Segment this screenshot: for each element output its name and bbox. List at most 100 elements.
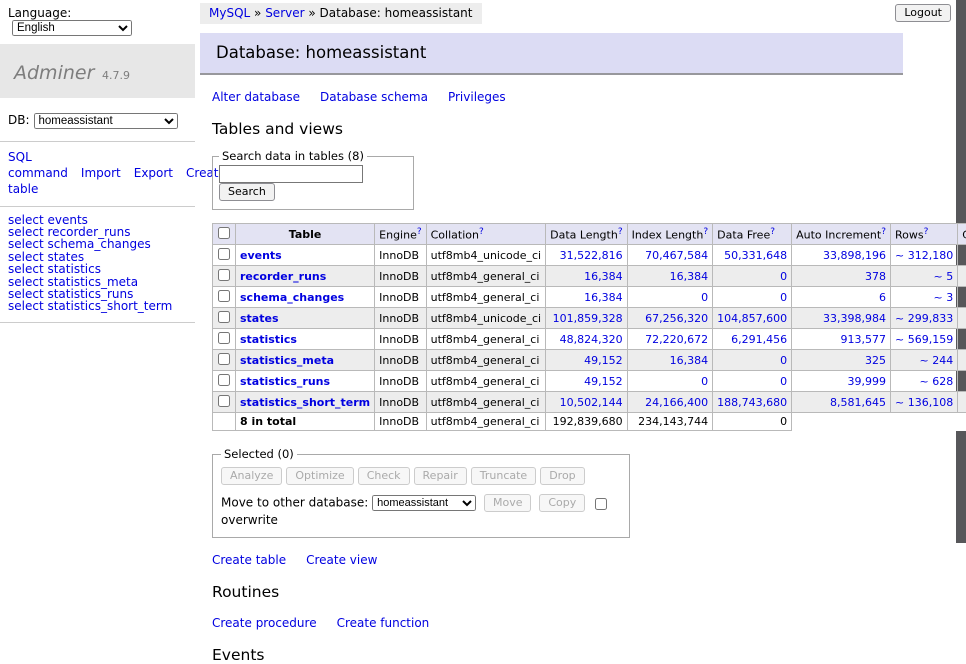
- data-length-cell: 10,502,144: [546, 392, 627, 413]
- table-name-link[interactable]: events: [240, 249, 282, 262]
- data-length-cell: 48,824,320: [546, 329, 627, 350]
- column-help-link[interactable]: ?: [770, 227, 775, 237]
- selected-buttons: AnalyzeOptimize CheckRepairTruncateDrop: [221, 467, 621, 485]
- move-db-select[interactable]: homeassistant: [372, 495, 476, 511]
- table-name-link[interactable]: states: [240, 312, 279, 325]
- column-help-link[interactable]: ?: [417, 227, 422, 237]
- auto-increment-cell: 913,577: [792, 329, 891, 350]
- optimize-button[interactable]: Optimize: [286, 467, 353, 485]
- auto-increment-cell: 8,581,645: [792, 392, 891, 413]
- breadcrumb-separator: »: [305, 6, 320, 20]
- comment-cell: [958, 308, 966, 329]
- table-name-link[interactable]: recorder_runs: [240, 270, 326, 283]
- index-length-total: 234,143,744: [627, 413, 713, 431]
- repair-button[interactable]: Repair: [414, 467, 467, 485]
- overwrite-checkbox[interactable]: [595, 498, 607, 510]
- data-length-cell: 31,522,816: [546, 245, 627, 266]
- row-checkbox[interactable]: [218, 248, 230, 260]
- index-length-cell: 0: [627, 371, 713, 392]
- search-button[interactable]: Search: [219, 183, 275, 201]
- sidebar: Language:English Adminer 4.7.9 DB: homeas…: [0, 0, 195, 323]
- create-link[interactable]: Create table: [212, 553, 286, 567]
- row-checkbox[interactable]: [218, 269, 230, 281]
- app-name: Adminer: [14, 62, 94, 84]
- breadcrumb: MySQL » Server » Database: homeassistant: [200, 3, 482, 24]
- index-length-cell: 72,220,672: [627, 329, 713, 350]
- table-name-link[interactable]: statistics_runs: [240, 375, 330, 388]
- sidebar-table-link[interactable]: select statistics: [8, 263, 187, 275]
- table-row: statistics_runsInnoDButf8mb4_general_ci4…: [213, 371, 966, 392]
- column-help-link[interactable]: ?: [618, 227, 623, 237]
- db-action-link[interactable]: Alter database: [212, 90, 300, 104]
- engine-cell: InnoDB: [375, 350, 426, 371]
- column-header: Data Free?: [713, 224, 792, 245]
- column-help-link[interactable]: ?: [479, 227, 484, 237]
- copy-button[interactable]: Copy: [539, 494, 585, 512]
- db-label: DB:: [8, 113, 30, 127]
- row-checkbox[interactable]: [218, 395, 230, 407]
- sidebar-table-link[interactable]: select schema_changes: [8, 238, 187, 250]
- collation-cell: utf8mb4_unicode_ci: [426, 245, 545, 266]
- sidebar-action-link[interactable]: SQL command: [8, 150, 68, 180]
- create-link[interactable]: Create view: [306, 553, 377, 567]
- table-name-link[interactable]: statistics_meta: [240, 354, 334, 367]
- table-row: statisticsInnoDButf8mb4_general_ci48,824…: [213, 329, 966, 350]
- truncate-button[interactable]: Truncate: [471, 467, 536, 485]
- row-checkbox[interactable]: [218, 374, 230, 386]
- auto-increment-cell: 39,999: [792, 371, 891, 392]
- sidebar-action-link[interactable]: Export: [134, 166, 173, 180]
- db-action-link[interactable]: Database schema: [320, 90, 428, 104]
- events-title: Events: [212, 646, 956, 664]
- sidebar-table-link[interactable]: select statistics_short_term: [8, 300, 187, 312]
- engine-cell: InnoDB: [375, 266, 426, 287]
- row-checkbox[interactable]: [218, 311, 230, 323]
- engine-cell: InnoDB: [375, 329, 426, 350]
- search-input[interactable]: [219, 165, 363, 183]
- column-help-link[interactable]: ?: [881, 227, 886, 237]
- engine-cell: InnoDB: [375, 245, 426, 266]
- selected-fieldset: Selected (0) AnalyzeOptimize CheckRepairT…: [212, 447, 630, 538]
- comment-cell: [958, 392, 966, 413]
- rows-cell: ~ 136,108: [891, 392, 958, 413]
- language-label: Language:: [8, 6, 71, 20]
- data-length-cell: 49,152: [546, 371, 627, 392]
- table-name-link[interactable]: statistics_short_term: [240, 396, 370, 409]
- analyze-button[interactable]: Analyze: [221, 467, 282, 485]
- comment-cell: [958, 266, 966, 287]
- comment-cell: [958, 287, 966, 308]
- routine-link[interactable]: Create function: [337, 616, 430, 630]
- move-button[interactable]: Move: [484, 494, 532, 512]
- db-select[interactable]: homeassistant: [34, 113, 178, 129]
- table-name-link[interactable]: statistics: [240, 333, 297, 346]
- routine-link[interactable]: Create procedure: [212, 616, 317, 630]
- db-action-link[interactable]: Privileges: [448, 90, 506, 104]
- breadcrumb-link[interactable]: Server: [265, 6, 304, 20]
- engine-cell: InnoDB: [375, 392, 426, 413]
- rows-cell: ~ 244: [891, 350, 958, 371]
- data-free-cell: 0: [713, 350, 792, 371]
- table-name-link[interactable]: schema_changes: [240, 291, 344, 304]
- index-length-cell: 24,166,400: [627, 392, 713, 413]
- engine-cell: InnoDB: [375, 287, 426, 308]
- collation-cell: utf8mb4_general_ci: [426, 392, 545, 413]
- row-checkbox[interactable]: [218, 353, 230, 365]
- breadcrumb-link[interactable]: MySQL: [209, 6, 250, 20]
- column-help-link[interactable]: ?: [703, 227, 708, 237]
- drop-button[interactable]: Drop: [540, 467, 584, 485]
- data-length-cell: 16,384: [546, 266, 627, 287]
- app-logo: Adminer 4.7.9: [0, 44, 195, 98]
- data-length-cell: 49,152: [546, 350, 627, 371]
- breadcrumb-separator: »: [250, 6, 265, 20]
- row-checkbox[interactable]: [218, 332, 230, 344]
- column-header: Collation?: [426, 224, 545, 245]
- selected-legend: Selected (0): [221, 447, 297, 461]
- check-button[interactable]: Check: [358, 467, 410, 485]
- column-help-link[interactable]: ?: [924, 227, 929, 237]
- row-checkbox[interactable]: [218, 290, 230, 302]
- select-all-checkbox[interactable]: [218, 227, 230, 239]
- language-select[interactable]: English: [12, 20, 132, 36]
- divider: [0, 322, 195, 323]
- auto-increment-cell: 325: [792, 350, 891, 371]
- sidebar-action-link[interactable]: Import: [81, 166, 121, 180]
- index-length-cell: 16,384: [627, 266, 713, 287]
